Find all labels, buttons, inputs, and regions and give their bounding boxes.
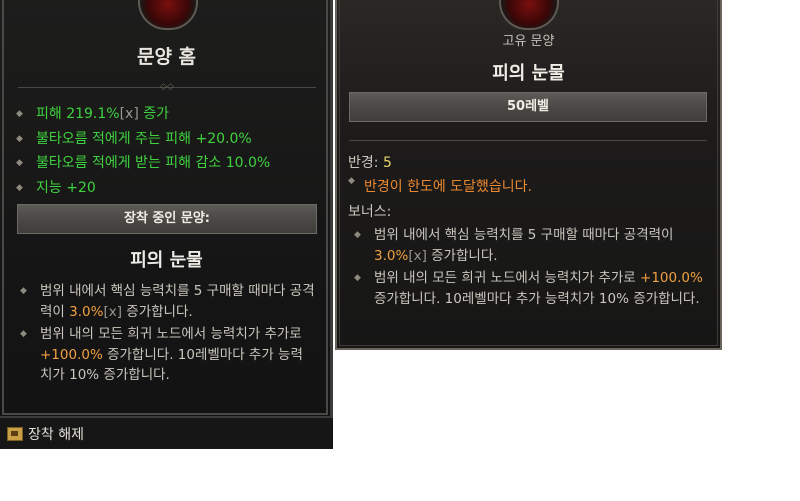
divider-ornament-icon: ◇◇: [160, 82, 174, 92]
description-line: ◆ 범위 내에서 핵심 능력치를 5 구매할 때마다 공격력이 3.0%[x] 증…: [20, 283, 315, 320]
unequip-button[interactable]: 장착 해제: [0, 416, 333, 449]
stat-line: ◆ 불타오름 적에게 주는 피해 +20.0%: [16, 127, 316, 152]
diamond-bullet-icon: ◆: [354, 230, 361, 240]
description-line: ◆ 범위 내의 모든 희귀 노드에서 능력치가 추가로 +100.0% 증가합니다…: [20, 326, 303, 383]
stat-line: ◆ 피해 219.1%[x] 증가: [16, 102, 316, 127]
unequip-icon: [7, 427, 23, 441]
socket-title: 문양 홈: [136, 46, 197, 68]
bonus-label: 보너스:: [348, 204, 392, 220]
diamond-bullet-icon: ◆: [20, 286, 27, 296]
stat-list: ◆ 피해 219.1%[x] 증가 ◆ 불타오름 적에게 주는 피해 +20.0% …: [16, 102, 316, 200]
stat-line: ◆ 지능 +20: [16, 176, 316, 201]
diamond-bullet-icon: ◆: [16, 109, 23, 119]
stat-line: ◆ 불타오름 적에게 받는 피해 감소 10.0%: [16, 151, 316, 176]
bonus-description: ◆ 범위 내에서 핵심 능력치를 5 구매할 때마다 공격력이 3.0%[x] 증…: [354, 225, 709, 309]
unequip-label: 장착 해제: [28, 427, 84, 443]
diamond-bullet-icon: ◆: [16, 182, 23, 193]
diamond-bullet-icon: ◆: [348, 176, 355, 186]
radius-limit-message: ◆ 반경이 한도에 도달했습니다.: [348, 176, 532, 195]
diamond-bullet-icon: ◆: [16, 158, 23, 168]
equipped-glyph-name: 피의 눈물: [130, 250, 203, 271]
glyph-description: ◆ 범위 내에서 핵심 능력치를 5 구매할 때마다 공격력이 3.0%[x] 증…: [20, 281, 315, 386]
diamond-bullet-icon: ◆: [354, 273, 361, 283]
level-divider: [349, 140, 707, 141]
radius-line: 반경: 5: [348, 155, 392, 171]
glyph-level-bar: 50레벨: [349, 92, 707, 122]
equipped-glyph-header: 장착 중인 문양:: [17, 204, 317, 234]
title-divider: ◇◇: [18, 82, 316, 92]
glyph-name: 피의 눈물: [492, 63, 565, 84]
description-line: ◆ 범위 내의 모든 희귀 노드에서 능력치가 추가로 +100.0% 증가합니다…: [354, 270, 703, 307]
diamond-bullet-icon: ◆: [16, 133, 23, 144]
glyph-type: 고유 문양: [502, 34, 555, 49]
description-line: ◆ 범위 내에서 핵심 능력치를 5 구매할 때마다 공격력이 3.0%[x] 증…: [354, 227, 674, 264]
diamond-bullet-icon: ◆: [20, 329, 27, 339]
